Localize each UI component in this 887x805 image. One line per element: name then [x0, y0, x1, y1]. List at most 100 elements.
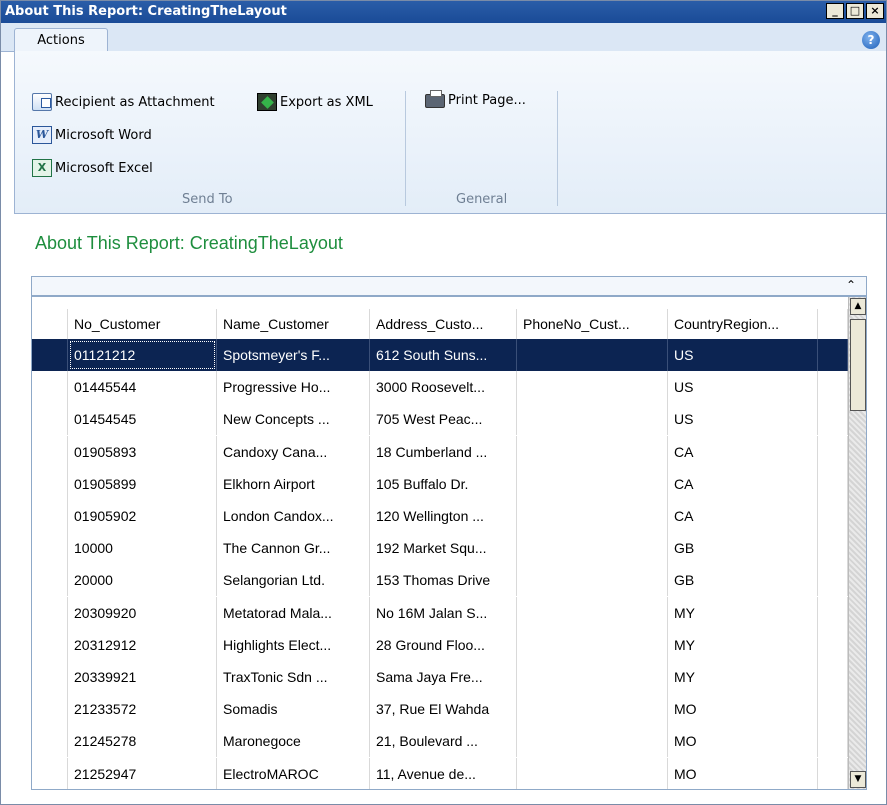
table-cell[interactable]: MO	[668, 725, 818, 758]
table-cell[interactable]	[517, 757, 668, 789]
table-cell[interactable]: 37, Rue El Wahda	[370, 693, 517, 726]
table-cell[interactable]	[517, 371, 668, 404]
microsoft-excel-button[interactable]: X Microsoft Excel	[32, 159, 153, 177]
table-row[interactable]: 01454545 New Concepts ... 705 West Peac...…	[32, 403, 848, 436]
row-selector-cell[interactable]	[32, 339, 68, 371]
table-cell[interactable]: 20000	[68, 564, 217, 597]
table-cell[interactable]: Elkhorn Airport	[217, 467, 370, 500]
table-cell[interactable]: Maronegoce	[217, 725, 370, 758]
export-as-xml-button[interactable]: Export as XML	[257, 93, 373, 111]
table-cell[interactable]: 3000 Roosevelt...	[370, 371, 517, 404]
table-cell[interactable]: 153 Thomas Drive	[370, 564, 517, 597]
table-cell[interactable]: 612 South Suns...	[370, 339, 517, 371]
table-cell[interactable]: 18 Cumberland ...	[370, 435, 517, 468]
table-cell[interactable]: Spotsmeyer's F...	[217, 339, 370, 371]
table-cell[interactable]: 705 West Peac...	[370, 403, 517, 436]
table-row[interactable]: 20000 Selangorian Ltd. 153 Thomas Drive GB	[32, 564, 848, 597]
column-header[interactable]: Name_Customer	[217, 309, 370, 341]
table-cell[interactable]: 28 Ground Floo...	[370, 628, 517, 661]
table-cell[interactable]: 20309920	[68, 596, 217, 629]
table-cell[interactable]: 11, Avenue de...	[370, 757, 517, 789]
table-cell[interactable]: MY	[668, 628, 818, 661]
table-cell[interactable]: MO	[668, 693, 818, 726]
table-cell[interactable]: 20312912	[68, 628, 217, 661]
table-cell[interactable]	[517, 532, 668, 565]
table-cell[interactable]: Somadis	[217, 693, 370, 726]
table-cell[interactable]: US	[668, 339, 818, 371]
table-cell[interactable]: 01905893	[68, 435, 217, 468]
print-page-button[interactable]: Print Page...	[425, 89, 526, 108]
table-cell[interactable]: CA	[668, 500, 818, 532]
table-row[interactable]: 01905893 Candoxy Cana... 18 Cumberland ...…	[32, 435, 848, 468]
row-selector-cell[interactable]	[32, 467, 68, 500]
row-selector-cell[interactable]	[32, 371, 68, 404]
grid-header-row[interactable]: No_Customer Name_Customer Address_Custo...…	[32, 309, 848, 341]
table-row[interactable]: 20309920 Metatorad Mala... No 16M Jalan S.…	[32, 596, 848, 629]
table-cell[interactable]	[517, 596, 668, 629]
maximize-button[interactable]: □	[846, 3, 864, 19]
row-selector-cell[interactable]	[32, 693, 68, 726]
scroll-down-icon[interactable]: ▼	[850, 771, 866, 788]
row-selector-cell[interactable]	[32, 403, 68, 436]
table-cell[interactable]: TraxTonic Sdn ...	[217, 661, 370, 693]
collapse-chevron-icon[interactable]: ⌃	[846, 278, 856, 292]
tab-actions[interactable]: Actions	[14, 28, 108, 52]
table-cell[interactable]: 01445544	[68, 371, 217, 404]
table-cell[interactable]: MY	[668, 596, 818, 629]
table-cell[interactable]	[517, 500, 668, 532]
table-cell[interactable]: GB	[668, 564, 818, 597]
table-cell[interactable]: 01905899	[68, 467, 217, 500]
scroll-thumb[interactable]	[850, 319, 866, 411]
scroll-up-icon[interactable]: ▲	[850, 298, 866, 315]
table-cell[interactable]: 120 Wellington ...	[370, 500, 517, 532]
grid-header-bar[interactable]: ⌃	[31, 276, 867, 296]
header-selector-cell[interactable]	[32, 309, 68, 341]
row-selector-cell[interactable]	[32, 628, 68, 661]
table-cell[interactable]	[517, 339, 668, 371]
close-button[interactable]: ×	[866, 3, 884, 19]
row-selector-cell[interactable]	[32, 500, 68, 532]
table-cell[interactable]: 21245278	[68, 725, 217, 758]
table-row[interactable]: 21252947 ElectroMAROC 11, Avenue de... MO	[32, 757, 848, 789]
table-cell[interactable]: Selangorian Ltd.	[217, 564, 370, 597]
table-cell[interactable]: 105 Buffalo Dr.	[370, 467, 517, 500]
table-cell[interactable]: 20339921	[68, 661, 217, 693]
table-row[interactable]: 01905899 Elkhorn Airport 105 Buffalo Dr. CA	[32, 467, 848, 500]
row-selector-cell[interactable]	[32, 757, 68, 789]
table-row[interactable]: 10000 The Cannon Gr... 192 Market Squ... GB	[32, 532, 848, 565]
table-cell[interactable]: 01454545	[68, 403, 217, 436]
column-header[interactable]: PhoneNo_Cust...	[517, 309, 668, 341]
title-bar[interactable]: About This Report: CreatingTheLayout _ □…	[1, 1, 886, 23]
minimize-button[interactable]: _	[826, 3, 844, 19]
table-row[interactable]: 20312912 Highlights Elect... 28 Ground Flo…	[32, 628, 848, 661]
table-cell[interactable]: 192 Market Squ...	[370, 532, 517, 565]
row-selector-cell[interactable]	[32, 435, 68, 468]
table-cell[interactable]: Progressive Ho...	[217, 371, 370, 404]
table-cell[interactable]: Candoxy Cana...	[217, 435, 370, 468]
table-row[interactable]: 21245278 Maronegoce 21, Boulevard ... MO	[32, 725, 848, 758]
customer-grid[interactable]: No_Customer Name_Customer Address_Custo...…	[31, 296, 867, 790]
table-row[interactable]: 21233572 Somadis 37, Rue El Wahda MO	[32, 693, 848, 726]
table-cell[interactable]: 01905902	[68, 500, 217, 532]
table-cell[interactable]: 10000	[68, 532, 217, 565]
table-row[interactable]: 01905902 London Candox... 120 Wellington .…	[32, 500, 848, 532]
table-cell[interactable]: 21, Boulevard ...	[370, 725, 517, 758]
table-row[interactable]: 01121212 Spotsmeyer's F... 612 South Suns.…	[32, 339, 848, 371]
row-selector-cell[interactable]	[32, 725, 68, 758]
table-cell[interactable]	[517, 467, 668, 500]
column-header[interactable]: Address_Custo...	[370, 309, 517, 341]
microsoft-word-button[interactable]: W Microsoft Word	[32, 126, 152, 144]
recipient-as-attachment-button[interactable]: Recipient as Attachment	[32, 93, 215, 111]
help-icon[interactable]: ?	[862, 31, 880, 49]
table-cell[interactable]: US	[668, 371, 818, 404]
table-cell[interactable]: London Candox...	[217, 500, 370, 532]
table-cell[interactable]: CA	[668, 467, 818, 500]
table-cell[interactable]	[517, 693, 668, 726]
table-cell[interactable]: CA	[668, 435, 818, 468]
table-row[interactable]: 20339921 TraxTonic Sdn ... Sama Jaya Fre..…	[32, 661, 848, 693]
row-selector-cell[interactable]	[32, 532, 68, 565]
table-cell[interactable]	[517, 661, 668, 693]
table-cell[interactable]: GB	[668, 532, 818, 565]
table-cell[interactable]: 01121212	[68, 339, 217, 371]
row-selector-cell[interactable]	[32, 564, 68, 597]
